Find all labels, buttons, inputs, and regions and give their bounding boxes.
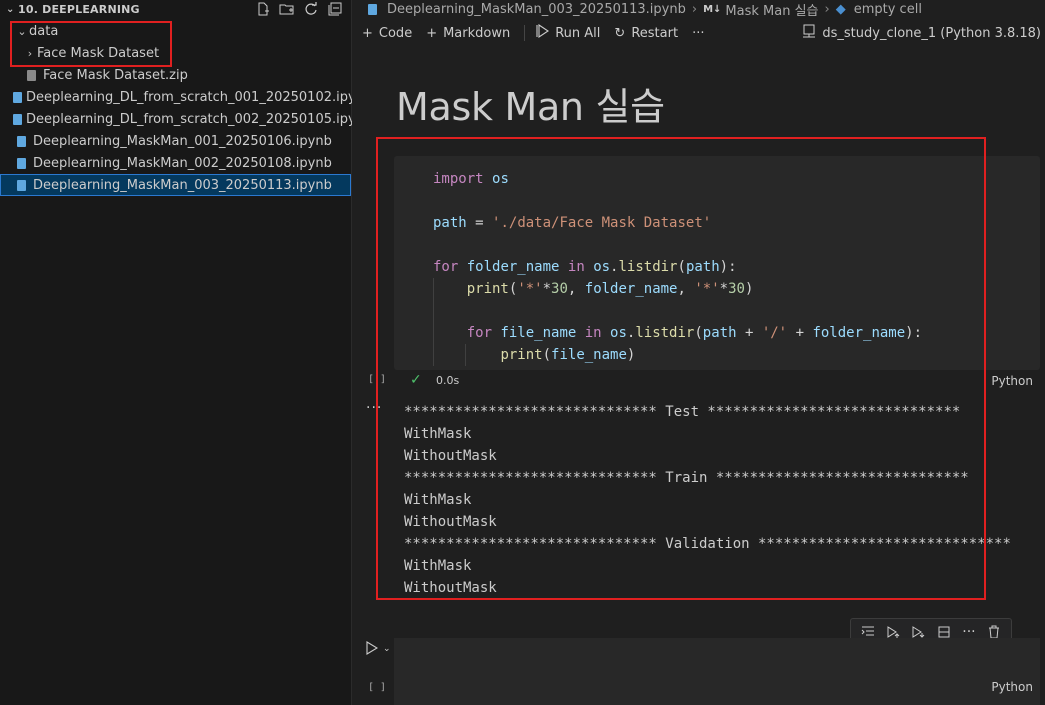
notebook-editor: Deeplearning_MaskMan_003_20250113.ipynb … xyxy=(352,0,1045,705)
chevron-down-icon: ⌄ xyxy=(17,24,27,38)
execution-count: [ ] xyxy=(368,682,387,693)
output-line: WithMask xyxy=(404,426,472,442)
output-line: WithoutMask xyxy=(404,448,497,464)
add-code-button[interactable]: + Code xyxy=(362,26,412,41)
trash-icon[interactable] xyxy=(984,625,1004,639)
output-line: WithoutMask xyxy=(404,580,497,596)
refresh-icon[interactable] xyxy=(301,0,321,18)
output-more-icon[interactable]: ··· xyxy=(366,400,382,416)
run-cell-icon[interactable] xyxy=(365,641,379,659)
tree-file-notebook[interactable]: Deeplearning_MaskMan_002_20250108.ipynb xyxy=(0,152,351,174)
cell-language[interactable]: Python xyxy=(991,374,1033,388)
notebook-icon xyxy=(13,135,29,147)
collapse-all-icon[interactable] xyxy=(325,0,345,18)
tree-folder-data[interactable]: ⌄ data xyxy=(0,20,351,42)
chevron-down-icon[interactable]: ⌄ xyxy=(383,644,391,654)
zip-file-icon xyxy=(23,69,39,81)
output-line: WithoutMask xyxy=(404,514,497,530)
empty-code-cell[interactable] xyxy=(394,638,1040,705)
add-markdown-label: Markdown xyxy=(443,25,511,41)
tree-file-notebook[interactable]: Deeplearning_DL_from_scratch_001_2025010… xyxy=(0,86,372,108)
notebook-icon xyxy=(13,179,29,191)
run-by-line-icon[interactable] xyxy=(858,625,878,639)
run-all-label: Run All xyxy=(555,25,601,41)
markdown-icon: M↓ xyxy=(703,3,722,15)
check-icon: ✓ xyxy=(410,372,422,388)
explorer-header[interactable]: ⌄ 10. DEEPLEARNING xyxy=(0,0,351,18)
run-all-icon xyxy=(535,23,550,42)
tree-item-label: Face Mask Dataset.zip xyxy=(43,67,188,83)
kernel-label: ds_study_clone_1 (Python 3.8.18) xyxy=(822,25,1041,41)
notebook-icon xyxy=(13,113,22,125)
kernel-icon xyxy=(802,24,816,42)
workspace-title: 10. DEEPLEARNING xyxy=(18,2,140,16)
notebook-icon xyxy=(13,91,22,103)
breadcrumb-file[interactable]: Deeplearning_MaskMan_003_20250113.ipynb xyxy=(387,2,686,17)
tree-file-zip[interactable]: Face Mask Dataset.zip xyxy=(0,64,351,86)
new-file-icon[interactable] xyxy=(253,0,273,18)
more-actions-button[interactable]: ··· xyxy=(692,26,704,41)
output-line: ****************************** Validatio… xyxy=(404,536,1011,552)
tree-item-label: Deeplearning_MaskMan_001_20250106.ipynb xyxy=(33,133,332,149)
toolbar-divider xyxy=(524,25,526,41)
tree-file-notebook[interactable]: Deeplearning_MaskMan_001_20250106.ipynb xyxy=(0,130,351,152)
restart-button[interactable]: ↻ Restart xyxy=(614,26,678,41)
split-cell-icon[interactable] xyxy=(934,625,954,639)
breadcrumb-cell[interactable]: empty cell xyxy=(854,2,922,17)
cell-status-bar: [ ] ✓ 0.0s Python xyxy=(352,372,1045,392)
breadcrumb: Deeplearning_MaskMan_003_20250113.ipynb … xyxy=(352,0,1045,19)
tree-file-notebook[interactable]: Deeplearning_DL_from_scratch_002_2025010… xyxy=(0,108,372,130)
notebook-icon xyxy=(13,157,29,169)
tree-item-label: Deeplearning_MaskMan_003_20250113.ipynb xyxy=(33,177,332,193)
cell-output: ****************************** Test ****… xyxy=(404,401,1011,599)
tree-file-notebook-selected[interactable]: Deeplearning_MaskMan_003_20250113.ipynb xyxy=(0,174,351,196)
execute-above-icon[interactable] xyxy=(883,625,903,639)
kernel-picker[interactable]: ds_study_clone_1 (Python 3.8.18) xyxy=(802,24,1041,42)
execute-below-icon[interactable] xyxy=(908,625,928,639)
markdown-heading[interactable]: Mask Man 실습 xyxy=(396,76,665,131)
add-code-label: Code xyxy=(378,25,413,41)
tree-folder-face-mask-dataset[interactable]: › Face Mask Dataset xyxy=(0,42,351,64)
breadcrumb-section[interactable]: Mask Man 실습 xyxy=(725,0,818,19)
output-line: ****************************** Test ****… xyxy=(404,404,961,420)
python-icon: ◆ xyxy=(835,1,846,17)
chevron-right-icon: › xyxy=(27,46,33,60)
plus-icon: + xyxy=(426,25,438,41)
add-markdown-button[interactable]: + Markdown xyxy=(426,26,510,41)
explorer-sidebar: ⌄ 10. DEEPLEARNING ⌄ data › Face Mask Da… xyxy=(0,0,372,705)
run-all-button[interactable]: Run All xyxy=(535,23,601,42)
chevron-right-icon: › xyxy=(824,1,830,17)
tree-item-label: Face Mask Dataset xyxy=(37,45,160,61)
chevron-down-icon: ⌄ xyxy=(6,3,15,15)
file-tree: ⌄ data › Face Mask Dataset Face Mask Dat… xyxy=(0,20,372,196)
tree-item-label: Deeplearning_DL_from_scratch_002_2025010… xyxy=(26,111,373,127)
execution-count: [ ] xyxy=(368,374,387,385)
code-editor[interactable]: import os path = './data/Face Mask Datas… xyxy=(433,168,922,366)
output-line: ****************************** Train ***… xyxy=(404,470,969,486)
plus-icon: + xyxy=(362,25,373,41)
execution-duration: 0.0s xyxy=(436,374,460,387)
tree-item-label: Deeplearning_DL_from_scratch_001_2025010… xyxy=(26,89,373,105)
tree-item-label: data xyxy=(29,23,59,39)
restart-icon: ↻ xyxy=(614,25,626,41)
cell-language[interactable]: Python xyxy=(991,680,1033,694)
restart-label: Restart xyxy=(631,25,679,41)
output-line: WithMask xyxy=(404,558,472,574)
chevron-right-icon: › xyxy=(691,1,698,17)
notebook-icon xyxy=(368,3,377,15)
new-folder-icon[interactable] xyxy=(277,0,297,18)
tree-item-label: Deeplearning_MaskMan_002_20250108.ipynb xyxy=(33,155,332,171)
output-line: WithMask xyxy=(404,492,472,508)
